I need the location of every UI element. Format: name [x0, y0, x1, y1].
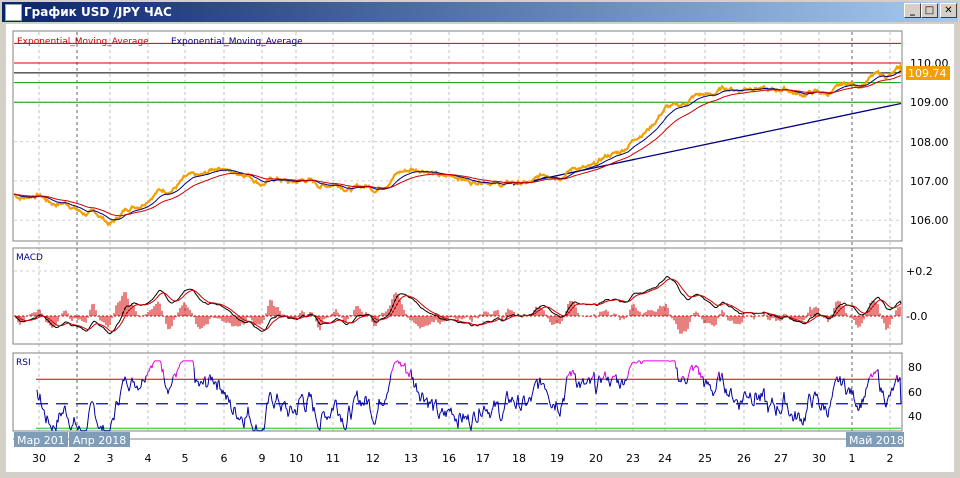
month-text-may: Май 2018 [849, 434, 904, 447]
current-price: 109.74 [908, 67, 947, 80]
date-label: 6 [221, 452, 228, 465]
rsi-segment [837, 380, 840, 383]
date-label: 18 [512, 452, 526, 465]
date-label: 20 [589, 452, 603, 465]
date-label: 23 [626, 452, 640, 465]
macd-label: MACD [16, 253, 43, 263]
rsi-segment [285, 408, 288, 410]
price-tick: 109.00 [910, 96, 949, 109]
rsi-segment [401, 364, 404, 367]
rsi-segment [48, 423, 51, 426]
month-text-mar: Мар 201 [17, 434, 65, 447]
price-tick: 106.00 [910, 214, 949, 227]
date-label: 30 [812, 452, 826, 465]
rsi-segment [115, 400, 118, 403]
rsi-segment [633, 361, 636, 364]
legend-ema-blue: Exponential_Moving_Average [171, 37, 303, 47]
macd-tick: -0.0 [906, 310, 927, 323]
date-label: 2 [74, 452, 81, 465]
date-label: 27 [774, 452, 788, 465]
rsi-segment [566, 375, 569, 377]
rsi-segment [446, 409, 449, 412]
rsi-tick: 80 [908, 361, 922, 374]
date-label: 30 [32, 452, 46, 465]
rsi-tick: 40 [908, 410, 922, 423]
rsi-segment [361, 402, 364, 404]
month-text-apr: Апр 2018 [73, 434, 126, 447]
rsi-segment [669, 360, 672, 362]
date-label: 11 [326, 452, 340, 465]
rsi-label: RSI [16, 358, 31, 368]
date-label: 26 [737, 452, 751, 465]
rsi-segment [476, 421, 479, 423]
rsi-segment [772, 402, 775, 405]
rsi-tick: 60 [908, 386, 922, 399]
right-frame [955, 24, 960, 478]
chart-canvas[interactable]: Exponential_Moving_Average Exponential_M… [0, 0, 960, 478]
rsi-segment [382, 404, 385, 407]
rsi-segment [612, 375, 615, 377]
date-label: 10 [289, 452, 303, 465]
rsi-segment [439, 411, 442, 414]
date-label: 13 [404, 452, 418, 465]
rsi-segment [865, 387, 868, 389]
date-label: 1 [849, 452, 856, 465]
date-label: 3 [107, 452, 114, 465]
date-label: 17 [476, 452, 490, 465]
date-label: 19 [550, 452, 564, 465]
date-label: 16 [442, 452, 456, 465]
rsi-segment [777, 409, 780, 411]
rsi-segment [734, 399, 737, 401]
date-label: 5 [182, 452, 189, 465]
legend-ema-red: Exponential_Moving_Average [17, 37, 149, 47]
rsi-segment [405, 372, 408, 374]
rsi-segment [840, 384, 843, 386]
date-label: 25 [698, 452, 712, 465]
date-label: 4 [145, 452, 152, 465]
date-label: 9 [259, 452, 266, 465]
rsi-segment [165, 387, 168, 390]
rsi-segment [764, 400, 767, 403]
price-tick: 107.00 [910, 175, 949, 188]
price-tick: 108.00 [910, 136, 949, 149]
macd-tick: +0.2 [906, 265, 933, 278]
date-label: 12 [366, 452, 380, 465]
date-label: 24 [658, 452, 672, 465]
rsi-segment [540, 383, 543, 386]
date-label: 2 [887, 452, 894, 465]
